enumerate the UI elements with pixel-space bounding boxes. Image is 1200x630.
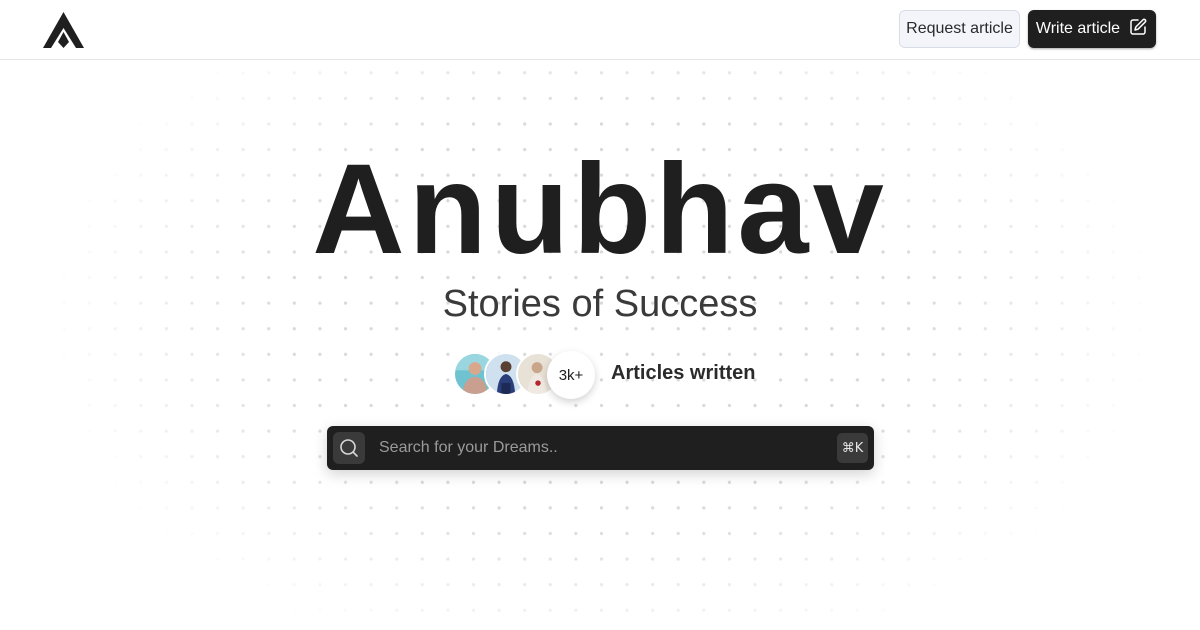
mountain-a-logo[interactable] [43, 12, 84, 48]
request-article-button[interactable]: Request article [899, 10, 1020, 48]
write-article-label: Write article [1035, 20, 1121, 37]
search-icon[interactable] [333, 432, 365, 464]
hero-title: Anubhav [312, 138, 888, 281]
author-avatars: 3k+ [453, 351, 613, 399]
write-article-button[interactable]: Write article [1028, 10, 1156, 48]
articles-written-label: Articles written [611, 362, 756, 384]
edit-icon [1128, 17, 1148, 42]
articles-count-badge: 3k+ [547, 351, 595, 399]
search-input[interactable] [379, 426, 819, 470]
hero-subtitle: Stories of Success [442, 283, 758, 325]
top-navbar: Request article Write article [0, 0, 1200, 60]
search-bar: ⌘K [327, 426, 874, 470]
keyboard-shortcut-hint: ⌘K [837, 433, 868, 463]
request-article-label: Request article [906, 20, 1013, 37]
